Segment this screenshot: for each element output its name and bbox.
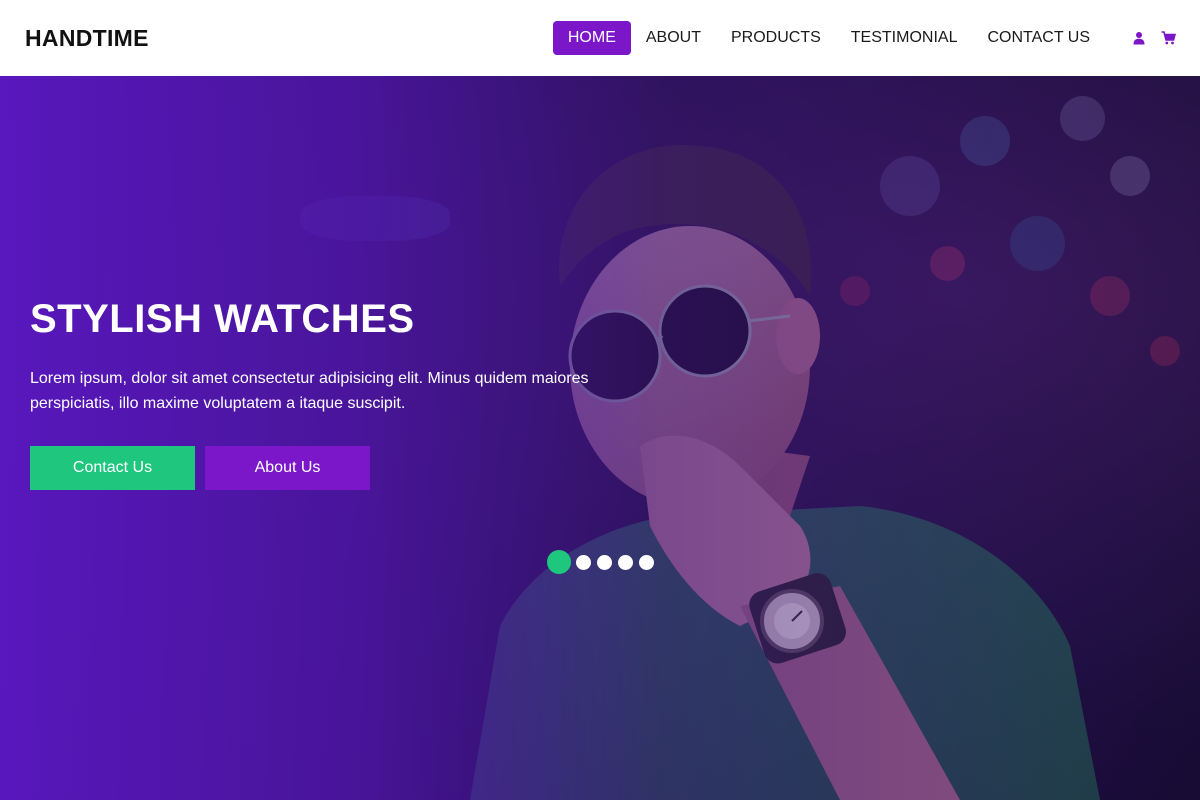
- nav-item-home[interactable]: HOME: [552, 21, 631, 55]
- hero-content: STYLISH WATCHES Lorem ipsum, dolor sit a…: [30, 296, 630, 490]
- slider-dot-1[interactable]: [547, 550, 571, 574]
- about-us-button[interactable]: About Us: [205, 446, 370, 490]
- contact-us-button[interactable]: Contact Us: [30, 446, 195, 490]
- cart-icon[interactable]: [1161, 31, 1177, 45]
- slider-dot-5[interactable]: [639, 554, 654, 570]
- nav-icons: [1117, 31, 1177, 45]
- nav-item-about[interactable]: ABOUT: [631, 21, 716, 55]
- nav-item-contact[interactable]: CONTACT US: [972, 21, 1105, 55]
- site-header: HANDTIME HOME ABOUT PRODUCTS TESTIMONIAL…: [0, 0, 1200, 76]
- slider-dots: [547, 550, 660, 574]
- user-icon[interactable]: [1132, 31, 1146, 45]
- hero-description: Lorem ipsum, dolor sit amet consectetur …: [30, 370, 589, 412]
- hero-banner: STYLISH WATCHES Lorem ipsum, dolor sit a…: [0, 76, 1200, 800]
- slider-dot-4[interactable]: [618, 554, 633, 570]
- slider-dot-3[interactable]: [597, 554, 612, 570]
- hero-buttons: Contact Us About Us: [30, 446, 630, 490]
- brand-logo[interactable]: HANDTIME: [25, 25, 149, 52]
- nav-item-testimonial[interactable]: TESTIMONIAL: [836, 21, 973, 55]
- slider-dot-2[interactable]: [576, 554, 591, 570]
- nav-item-products[interactable]: PRODUCTS: [716, 21, 836, 55]
- main-nav: HOME ABOUT PRODUCTS TESTIMONIAL CONTACT …: [552, 0, 1177, 76]
- hero-title: STYLISH WATCHES: [30, 297, 415, 341]
